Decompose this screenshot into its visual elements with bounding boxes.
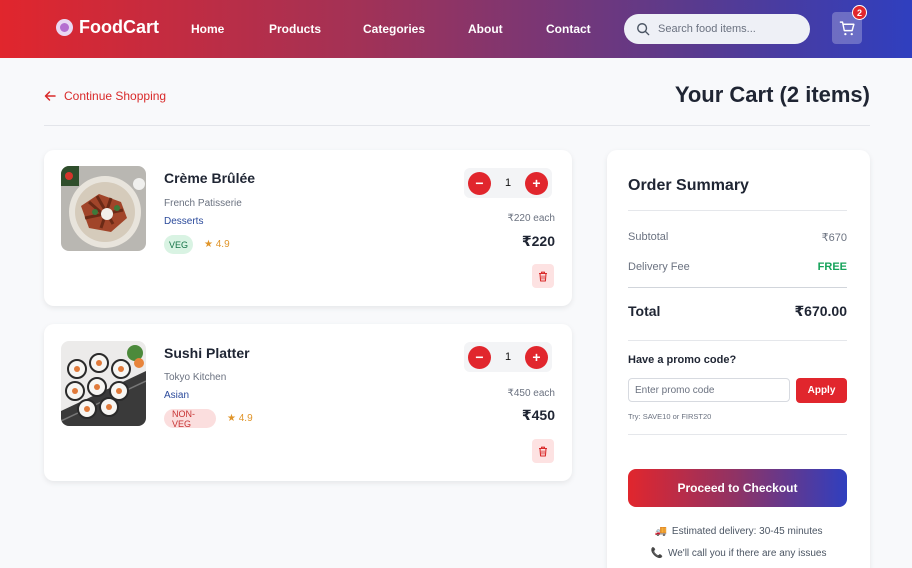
item-name: Sushi Platter	[164, 345, 250, 361]
delivery-fee-label: Delivery Fee	[628, 261, 690, 273]
item-image	[61, 341, 146, 426]
non-veg-badge: NON-VEG	[164, 409, 216, 429]
cart-item-card: Crème Brûlée French Patisserie Desserts …	[44, 150, 572, 306]
divider	[628, 287, 847, 288]
cart-count-badge: 2	[852, 5, 867, 20]
cart-icon	[839, 20, 855, 35]
divider	[628, 340, 847, 341]
order-summary-title: Order Summary	[628, 177, 749, 194]
continue-shopping-link[interactable]: Continue Shopping	[44, 89, 166, 103]
nav-link-home[interactable]: Home	[191, 22, 224, 36]
top-navbar: FoodCart Home Products Categories About …	[0, 0, 912, 58]
promo-code-input[interactable]	[628, 378, 790, 402]
quantity-stepper: − 1 +	[464, 168, 552, 198]
header-divider	[44, 125, 870, 126]
decrease-quantity-button[interactable]: −	[468, 345, 491, 369]
quantity-value: 1	[504, 351, 512, 363]
item-rating: ★ 4.9	[227, 413, 253, 424]
subtotal-value: ₹670	[821, 232, 847, 244]
item-unit-price: ₹220 each	[507, 213, 555, 224]
item-name: Crème Brûlée	[164, 170, 256, 186]
continue-shopping-label: Continue Shopping	[64, 89, 167, 103]
search-icon	[637, 23, 650, 36]
decrease-quantity-button[interactable]: −	[468, 171, 491, 195]
nav-link-contact[interactable]: Contact	[546, 22, 591, 36]
trash-icon	[539, 446, 547, 457]
phone-icon: 📞	[650, 548, 663, 559]
remove-item-button[interactable]	[532, 264, 554, 288]
increase-quantity-button[interactable]: +	[525, 345, 548, 369]
quantity-value: 1	[504, 177, 512, 189]
arrow-left-icon	[44, 91, 56, 101]
nav-link-products[interactable]: Products	[269, 22, 321, 36]
nav-link-categories[interactable]: Categories	[363, 22, 425, 36]
quantity-stepper: − 1 +	[464, 342, 552, 372]
nav-link-about[interactable]: About	[468, 22, 503, 36]
call-note: 📞 We'll call you if there are any issues	[607, 548, 870, 559]
plate-icon	[56, 19, 73, 36]
item-total-price: ₹450	[521, 407, 555, 423]
item-restaurant: Tokyo Kitchen	[164, 372, 227, 383]
promo-code-title: Have a promo code?	[628, 354, 737, 366]
trash-icon	[539, 271, 547, 282]
total-value: ₹670.00	[794, 303, 847, 319]
truck-icon: 🚚	[654, 526, 667, 537]
cart-item-card: Sushi Platter Tokyo Kitchen Asian NON-VE…	[44, 324, 572, 481]
delivery-fee-value: FREE	[817, 261, 847, 273]
veg-badge: VEG	[164, 235, 193, 254]
item-restaurant: French Patisserie	[164, 198, 242, 209]
apply-promo-button[interactable]: Apply	[796, 378, 847, 403]
divider	[628, 434, 847, 435]
total-label: Total	[628, 303, 661, 319]
call-note-text: We'll call you if there are any issues	[667, 548, 827, 559]
delivery-estimate: 🚚 Estimated delivery: 30-45 minutes	[607, 526, 870, 537]
search-input[interactable]	[658, 23, 798, 35]
remove-item-button[interactable]	[532, 439, 554, 463]
item-category: Asian	[164, 390, 190, 401]
promo-hint: Try: SAVE10 or FIRST20	[628, 412, 712, 421]
delivery-fee-row: Delivery Fee FREE	[628, 261, 847, 273]
item-total-price: ₹220	[521, 233, 555, 249]
item-category: Desserts	[164, 216, 204, 227]
search-bar	[624, 14, 810, 44]
delivery-estimate-text: Estimated delivery: 30-45 minutes	[671, 526, 823, 537]
increase-quantity-button[interactable]: +	[525, 171, 548, 195]
divider	[628, 210, 847, 211]
page-title: Your Cart (2 items)	[674, 82, 870, 107]
order-summary-panel: Order Summary Subtotal ₹670 Delivery Fee…	[607, 150, 870, 568]
brand-name: FoodCart	[79, 17, 159, 37]
brand-logo[interactable]: FoodCart	[56, 17, 159, 38]
item-image	[61, 166, 146, 251]
item-rating: ★ 4.9	[204, 239, 230, 250]
item-unit-price: ₹450 each	[507, 388, 555, 399]
total-row: Total ₹670.00	[628, 303, 847, 320]
subtotal-row: Subtotal ₹670	[628, 231, 847, 244]
subtotal-label: Subtotal	[628, 231, 669, 243]
proceed-to-checkout-button[interactable]: Proceed to Checkout	[628, 469, 847, 507]
